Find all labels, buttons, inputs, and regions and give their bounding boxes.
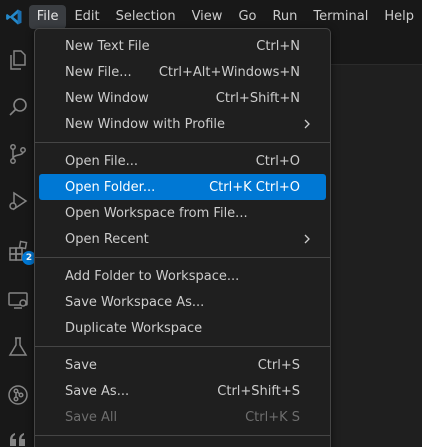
menu-separator: [35, 435, 330, 436]
menu-separator: [35, 346, 330, 347]
explorer-icon[interactable]: [4, 46, 32, 74]
menu-item-duplicate-workspace[interactable]: Duplicate Workspace: [39, 315, 326, 341]
menu-separator: [35, 142, 330, 143]
menu-item-label: New Window: [65, 90, 149, 106]
menu-item-shortcut: Ctrl+Shift+S: [217, 383, 300, 399]
chevron-right-icon: [304, 119, 310, 129]
chevron-right-icon: [304, 234, 310, 244]
menu-file[interactable]: File: [28, 5, 67, 29]
menu-item-label: Open Folder...: [65, 179, 156, 195]
menu-edit[interactable]: Edit: [66, 5, 107, 29]
menu-item-label: Open File...: [65, 153, 139, 169]
menu-item-label: Add Folder to Workspace...: [65, 268, 240, 284]
vscode-window: File Edit Selection View Go Run Terminal…: [0, 0, 422, 447]
menu-item-label: Save: [65, 357, 97, 373]
menu-go[interactable]: Go: [230, 5, 264, 29]
menu-item-label: Save As...: [65, 383, 130, 399]
menu-item-label: New Window with Profile: [65, 116, 226, 132]
quote-icon[interactable]: [4, 426, 32, 447]
menu-item-open-folder[interactable]: Open Folder... Ctrl+K Ctrl+O: [39, 174, 326, 200]
menu-item-save-as[interactable]: Save As... Ctrl+Shift+S: [39, 378, 326, 404]
source-control-icon[interactable]: [4, 140, 32, 168]
vscode-logo-icon[interactable]: [0, 0, 29, 34]
menu-item-shortcut: Ctrl+O: [255, 153, 300, 169]
testing-icon[interactable]: [4, 333, 32, 361]
menu-item-shortcut: Ctrl+K Ctrl+O: [209, 179, 300, 195]
activity-bar: 2: [0, 34, 37, 447]
menu-item-add-folder-to-workspace[interactable]: Add Folder to Workspace...: [39, 263, 326, 289]
search-icon[interactable]: [4, 93, 32, 121]
menu-item-label: Duplicate Workspace: [65, 320, 203, 336]
menu-run[interactable]: Run: [264, 5, 305, 29]
menu-item-new-window-with-profile[interactable]: New Window with Profile: [39, 111, 326, 137]
menu-item-new-file[interactable]: New File... Ctrl+Alt+Windows+N: [39, 59, 326, 85]
remote-explorer-icon[interactable]: [4, 286, 32, 314]
menu-item-label: Save All: [65, 409, 118, 425]
menu-selection[interactable]: Selection: [108, 5, 184, 29]
menu-separator: [35, 257, 330, 258]
menu-item-open-recent[interactable]: Open Recent: [39, 226, 326, 252]
git-graph-icon[interactable]: [4, 381, 32, 409]
menu-item-new-window[interactable]: New Window Ctrl+Shift+N: [39, 85, 326, 111]
menu-item-shortcut: Ctrl+S: [257, 357, 300, 373]
menu-item-label: Open Recent: [65, 231, 149, 247]
menu-item-new-text-file[interactable]: New Text File Ctrl+N: [39, 33, 326, 59]
file-menu-dropdown: New Text File Ctrl+N New File... Ctrl+Al…: [34, 28, 331, 447]
menu-item-label: Save Workspace As...: [65, 294, 205, 310]
menu-terminal[interactable]: Terminal: [305, 5, 376, 29]
menu-item-open-file[interactable]: Open File... Ctrl+O: [39, 148, 326, 174]
menu-help[interactable]: Help: [376, 5, 422, 29]
run-debug-icon[interactable]: [4, 187, 32, 215]
menu-item-save-all: Save All Ctrl+K S: [39, 404, 326, 430]
menu-item-shortcut: Ctrl+Shift+N: [215, 90, 300, 106]
menu-item-shortcut: Ctrl+K S: [245, 409, 300, 425]
menu-item-label: New File...: [65, 64, 132, 80]
menu-item-save[interactable]: Save Ctrl+S: [39, 352, 326, 378]
menu-item-shortcut: Ctrl+Alt+Windows+N: [158, 64, 300, 80]
menu-view[interactable]: View: [184, 5, 231, 29]
menu-item-save-workspace-as[interactable]: Save Workspace As...: [39, 289, 326, 315]
menu-item-label: New Text File: [65, 38, 150, 54]
menu-item-open-workspace-from-file[interactable]: Open Workspace from File...: [39, 200, 326, 226]
menu-item-shortcut: Ctrl+N: [256, 38, 300, 54]
menu-item-label: Open Workspace from File...: [65, 205, 248, 221]
